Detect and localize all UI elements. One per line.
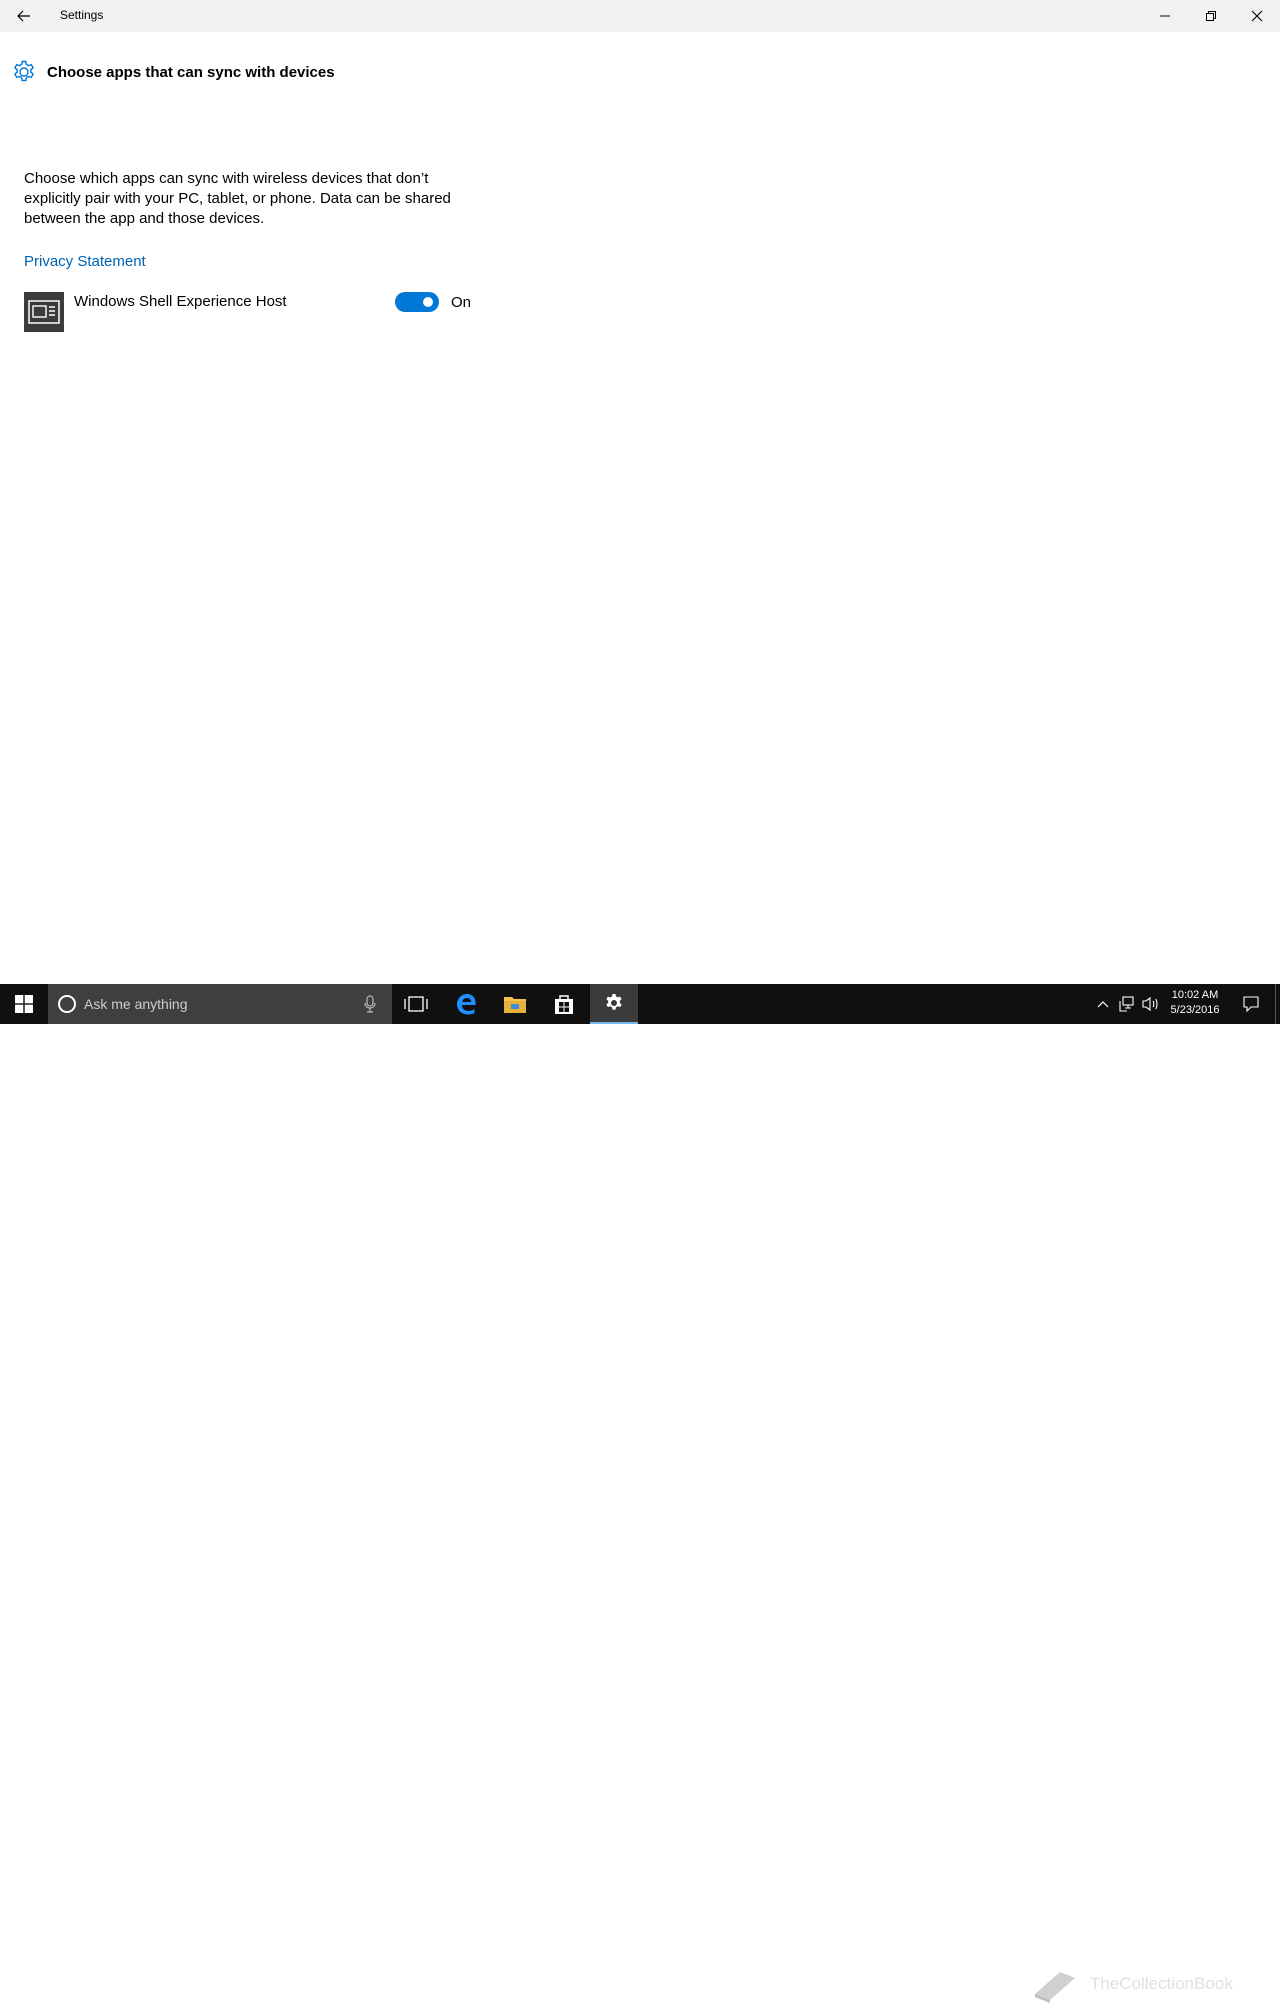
minimize-button[interactable]: [1142, 0, 1188, 32]
network-button[interactable]: [1116, 984, 1138, 1024]
restore-icon: [1206, 11, 1216, 21]
search-placeholder: Ask me anything: [84, 996, 188, 1012]
back-button[interactable]: [0, 0, 48, 32]
shell-host-icon: [28, 300, 60, 324]
file-explorer-button[interactable]: [491, 984, 539, 1024]
minimize-icon: [1160, 15, 1170, 17]
title-bar: Settings: [0, 0, 1280, 32]
microphone-icon[interactable]: [364, 995, 376, 1013]
page-header: Choose apps that can sync with devices: [11, 59, 335, 85]
toggle-knob: [423, 297, 433, 307]
search-box[interactable]: Ask me anything: [48, 984, 392, 1024]
windows-shell-app-icon: [24, 292, 64, 332]
start-button[interactable]: [0, 984, 48, 1024]
taskbar: Ask me anything TheCollectionBook 10:02 …: [0, 984, 1280, 2003]
window-title: Settings: [60, 8, 104, 22]
sync-toggle[interactable]: [395, 292, 439, 312]
file-explorer-icon: [504, 997, 526, 1013]
settings-taskbar-button[interactable]: [590, 984, 638, 1024]
close-icon: [1251, 10, 1263, 22]
privacy-statement-link[interactable]: Privacy Statement: [24, 253, 146, 270]
app-list-item: Windows Shell Experience Host On: [24, 292, 484, 332]
edge-button[interactable]: [442, 984, 490, 1024]
action-center-button[interactable]: [1236, 984, 1266, 1024]
volume-icon: [1142, 996, 1158, 1012]
notification-icon: [1243, 996, 1259, 1012]
task-view-button[interactable]: [392, 984, 440, 1024]
book-logo-icon: [1035, 1972, 1075, 2003]
volume-button[interactable]: [1140, 984, 1162, 1024]
clock[interactable]: 10:02 AM 5/23/2016: [1164, 988, 1226, 1018]
watermark-text: TheCollectionBook: [1090, 1974, 1233, 1993]
clock-date: 5/23/2016: [1170, 1004, 1220, 1016]
clock-time: 10:02 AM: [1171, 989, 1219, 1001]
chevron-up-icon: [1097, 1001, 1109, 1008]
settings-icon: [606, 994, 622, 1010]
network-icon: [1119, 996, 1134, 1012]
page-description: Choose which apps can sync with wireless…: [24, 170, 451, 227]
app-name: Windows Shell Experience Host: [74, 293, 287, 310]
page-title: Choose apps that can sync with devices: [47, 63, 335, 81]
restore-button[interactable]: [1188, 0, 1234, 32]
store-button[interactable]: [540, 984, 588, 1024]
toggle-state-label: On: [451, 294, 472, 311]
close-button[interactable]: [1234, 0, 1280, 32]
edge-icon: [457, 994, 476, 1015]
show-desktop-button[interactable]: [1275, 984, 1280, 1024]
back-arrow-icon: [17, 10, 30, 22]
windows-logo-icon: [15, 995, 33, 1013]
store-icon: [555, 995, 573, 1014]
cortana-icon: [58, 995, 76, 1013]
gear-icon: [14, 60, 34, 82]
watermark: TheCollectionBook: [1030, 1964, 1233, 2004]
show-hidden-icons-button[interactable]: [1092, 984, 1114, 1024]
task-view-icon: [404, 996, 428, 1012]
